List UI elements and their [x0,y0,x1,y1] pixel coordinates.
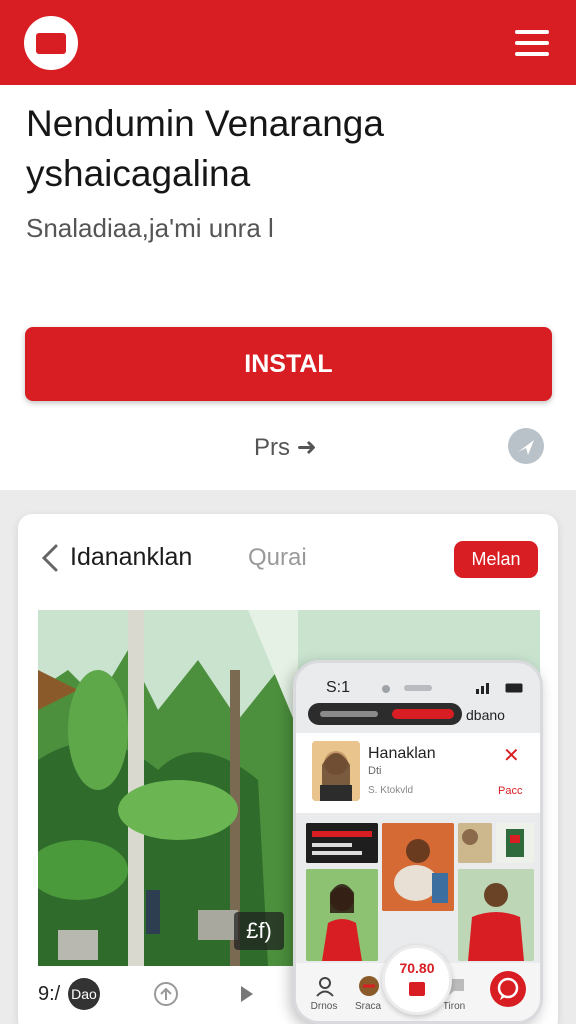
media-tile[interactable] [306,823,378,863]
hero-section: Nendumin Venaranga yshaicagalina Snaladi… [0,85,576,490]
media-tile[interactable] [306,869,378,961]
page-title: Nendumin Venaranga yshaicagalina [26,103,384,194]
phone-camera-dot [382,685,390,693]
media-tile[interactable] [458,869,534,961]
lock-icon [409,982,425,996]
center-label: 70.80 [399,960,435,976]
more-link[interactable]: Prs ➜ [254,433,317,462]
play-icon[interactable] [236,982,258,1006]
photo-label: £f) [234,912,284,950]
avatar [312,741,360,801]
phone-brand: dbano [466,707,505,723]
phone-center-button[interactable]: 70.80 [382,945,452,1015]
bottom-time: 9:/ [38,983,61,1005]
top-bar [0,0,576,85]
nav-item-sraca[interactable]: Sraca [348,1001,388,1012]
phone-mockup: S:1 dbano Hanaklan Dti S. Ktokvld ✕ Pacc [293,660,543,1024]
page-subtitle: Snaladiaa,ja'mi unra l [26,213,274,243]
card-title: Idananklan [70,543,193,571]
media-tile[interactable] [382,823,454,911]
brand-logo-icon[interactable] [24,16,78,70]
logo-mark [36,33,66,54]
card-action-button[interactable]: Melan [454,541,538,578]
install-button[interactable]: INSTAL [25,327,552,401]
tab-qurai[interactable]: Qurai [248,544,307,572]
close-icon[interactable]: ✕ [503,743,520,768]
repost-icon[interactable] [152,980,180,1008]
home-icon[interactable] [358,975,380,997]
share-icon[interactable] [508,428,544,464]
hamburger-menu-icon[interactable] [512,26,552,60]
profile-meta: S. Ktokvld [368,785,414,796]
nav-item-drnos[interactable]: Drnos [304,1001,344,1012]
media-tile[interactable] [496,823,534,863]
phone-profile-row: Hanaklan Dti S. Ktokvld ✕ Pacc [296,733,540,813]
back-chevron-icon[interactable] [38,540,64,576]
phone-status-icons [476,681,526,695]
phone-speaker [404,685,432,691]
phone-search-bar[interactable] [308,703,462,725]
media-tile[interactable] [458,823,492,863]
avatar[interactable]: Dao [68,978,100,1010]
profile-icon[interactable] [314,975,336,997]
profile-link[interactable]: Pacc [498,785,522,797]
chat-bubble-icon[interactable] [490,971,526,1007]
profile-name: Hanaklan [368,745,436,762]
profile-sub: Dti [368,765,382,777]
phone-time: S:1 [326,679,351,696]
